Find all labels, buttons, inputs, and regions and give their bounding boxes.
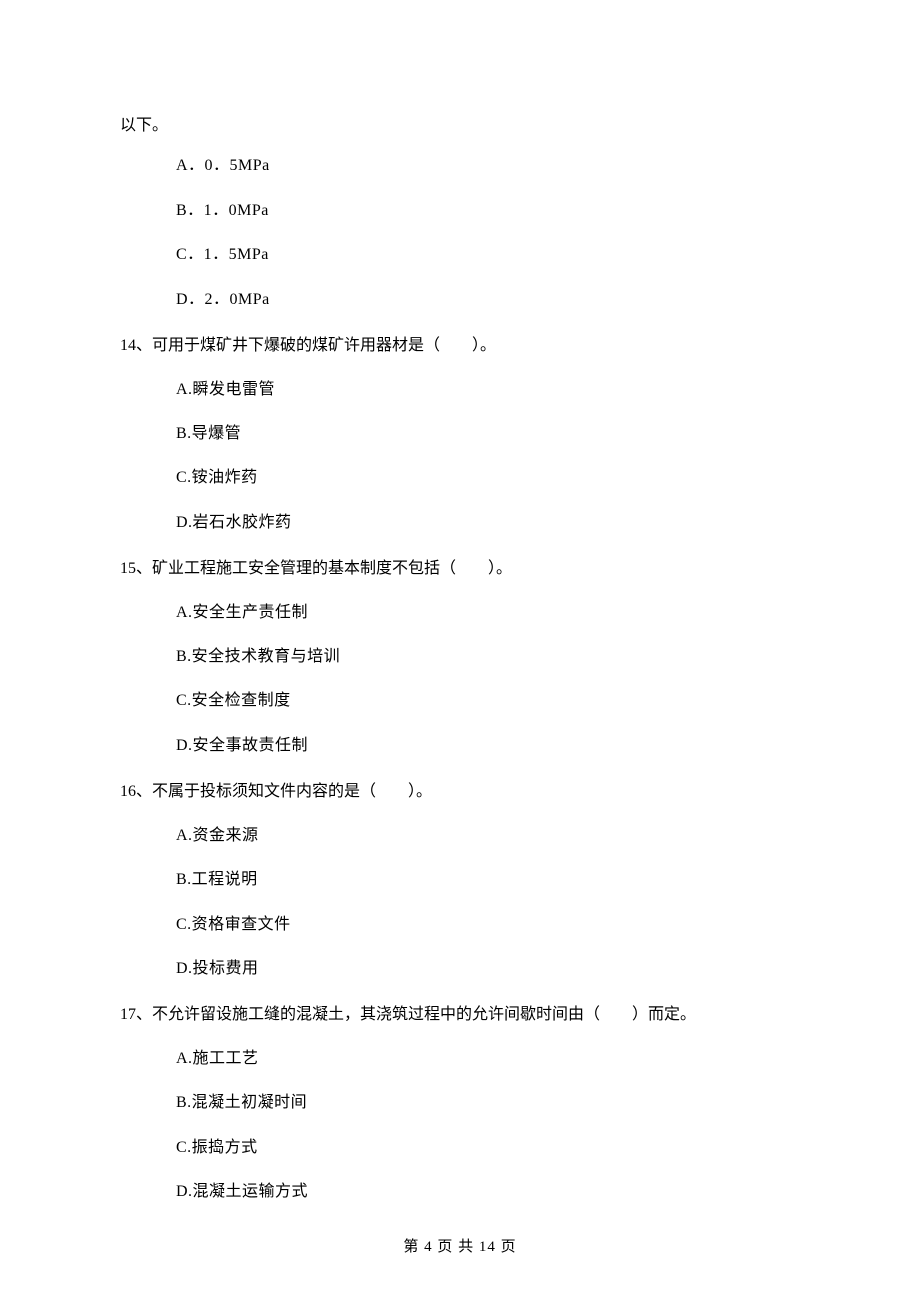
q16-option-c: C.资格审查文件: [176, 914, 800, 936]
q15-stem: 15、矿业工程施工安全管理的基本制度不包括（ ）。: [120, 556, 800, 582]
q17-stem: 17、不允许留设施工缝的混凝土，其浇筑过程中的允许间歇时间由（ ）而定。: [120, 1002, 800, 1028]
q14-option-a: A.瞬发电雷管: [176, 379, 800, 401]
q14-option-c: C.铵油炸药: [176, 467, 800, 489]
q14-option-d: D.岩石水胶炸药: [176, 512, 800, 534]
q14-options: A.瞬发电雷管 B.导爆管 C.铵油炸药 D.岩石水胶炸药: [120, 379, 800, 535]
page-content: 以下。 A．0．5MPa B．1．0MPa C．1．5MPa D．2．0MPa …: [0, 0, 920, 1204]
q17-option-b: B.混凝土初凝时间: [176, 1092, 800, 1114]
q13-options: A．0．5MPa B．1．0MPa C．1．5MPa D．2．0MPa: [120, 155, 800, 311]
q15-option-b: B.安全技术教育与培训: [176, 646, 800, 668]
q13-option-a: A．0．5MPa: [176, 155, 800, 177]
q13-option-b: B．1．0MPa: [176, 200, 800, 222]
page-footer: 第 4 页 共 14 页: [0, 1235, 920, 1256]
q15-options: A.安全生产责任制 B.安全技术教育与培训 C.安全检查制度 D.安全事故责任制: [120, 602, 800, 758]
q15-option-d: D.安全事故责任制: [176, 735, 800, 757]
q15-option-a: A.安全生产责任制: [176, 602, 800, 624]
q16-options: A.资金来源 B.工程说明 C.资格审查文件 D.投标费用: [120, 825, 800, 981]
q16-option-d: D.投标费用: [176, 958, 800, 980]
q14-option-b: B.导爆管: [176, 423, 800, 445]
q17-option-c: C.振捣方式: [176, 1137, 800, 1159]
q15-option-c: C.安全检查制度: [176, 690, 800, 712]
q17-option-d: D.混凝土运输方式: [176, 1181, 800, 1203]
q17-options: A.施工工艺 B.混凝土初凝时间 C.振捣方式 D.混凝土运输方式: [120, 1048, 800, 1204]
q16-option-b: B.工程说明: [176, 869, 800, 891]
q16-stem: 16、不属于投标须知文件内容的是（ ）。: [120, 779, 800, 805]
q17-option-a: A.施工工艺: [176, 1048, 800, 1070]
q16-option-a: A.资金来源: [176, 825, 800, 847]
q14-stem: 14、可用于煤矿井下爆破的煤矿许用器材是（ ）。: [120, 333, 800, 359]
q13-option-c: C．1．5MPa: [176, 244, 800, 266]
q13-option-d: D．2．0MPa: [176, 289, 800, 311]
q13-continuation: 以下。: [120, 115, 800, 137]
